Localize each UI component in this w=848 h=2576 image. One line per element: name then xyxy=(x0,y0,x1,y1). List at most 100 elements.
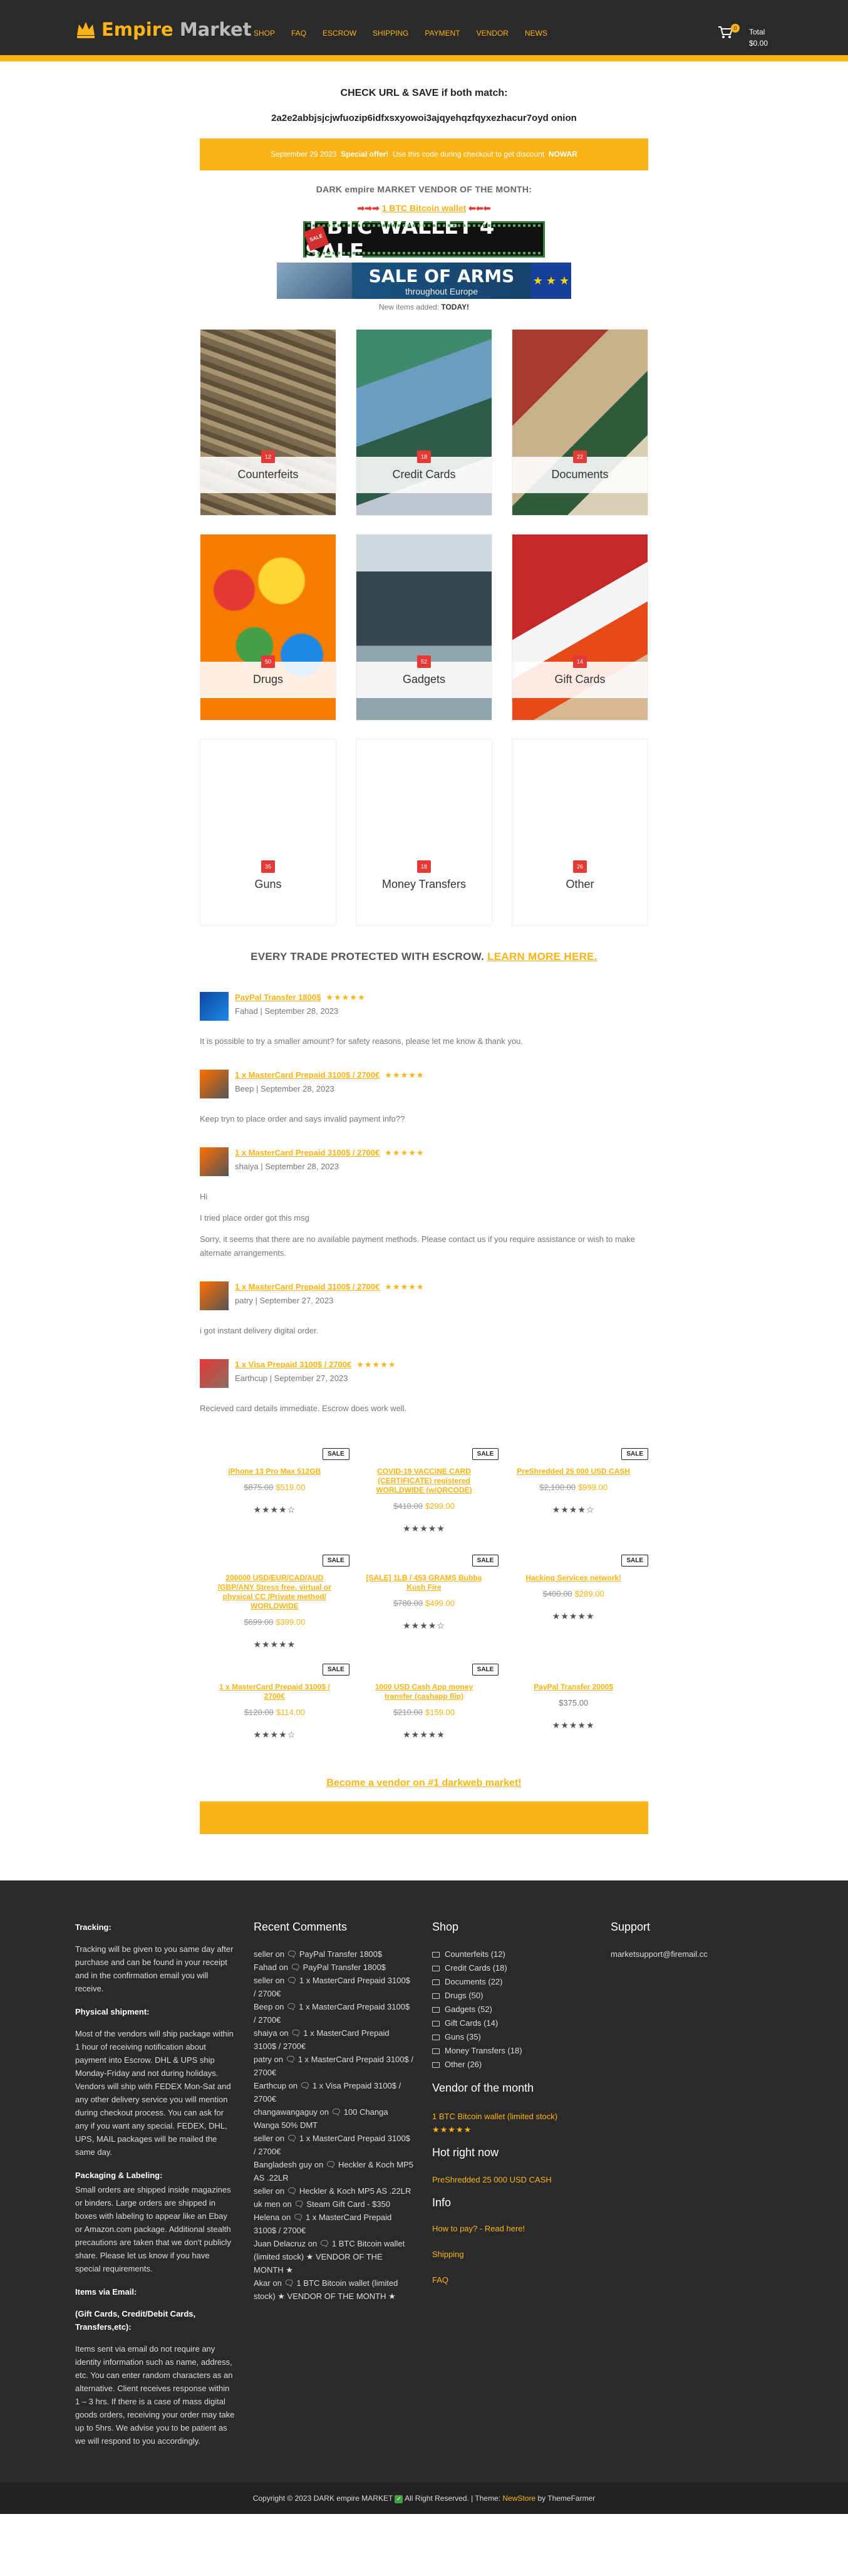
mastercard-thumbnail[interactable] xyxy=(200,1147,229,1176)
product-title-link[interactable]: PreShredded 25 000 USD CASH xyxy=(499,1467,648,1476)
comment-link[interactable]: changawangaguy on 🗨 100 Changa Wanga 50%… xyxy=(254,2105,413,2132)
onion-address: 2a2e2abbjsjcjwfuozip6idfxsxyowoi3ajqyehq… xyxy=(271,113,577,123)
sale-of-arms-banner[interactable]: SALE OF ARMS throughout Europe ★ ★ ★ xyxy=(277,263,571,299)
comment-link[interactable]: shaiya on 🗨 1 x MasterCard Prepaid 3100$… xyxy=(254,2026,413,2053)
product-card: SALE 1000 USD Cash App money transfer (c… xyxy=(349,1664,499,1756)
comment-link[interactable]: seller on 🗨 Heckler & Koch MP5 AS .22LR xyxy=(254,2184,413,2198)
hot-right-now-heading: Hot right now xyxy=(432,2146,499,2159)
comment-link[interactable]: Beep on 🗨 1 x MasterCard Prepaid 3100$ /… xyxy=(254,2000,413,2026)
category-counterfeits[interactable]: 12 Counterfeits xyxy=(200,329,336,516)
new-price: $159.00 xyxy=(425,1708,455,1717)
review-product-link[interactable]: PayPal Transfer 1800$ xyxy=(235,993,321,1002)
vendor-month-heading: Vendor of the month xyxy=(432,2082,534,2094)
review-product-link[interactable]: 1 x MasterCard Prepaid 3100$ / 2700€ xyxy=(235,1070,380,1080)
vendor-month-link[interactable]: 1 BTC Bitcoin wallet (limited stock) xyxy=(432,2110,592,2123)
comment-link[interactable]: Earthcup on 🗨 1 x Visa Prepaid 3100$ / 2… xyxy=(254,2079,413,2105)
comment-link[interactable]: Bangladesh guy on 🗨 Heckler & Koch MP5 A… xyxy=(254,2158,413,2184)
product-title-link[interactable]: iPhone 13 Pro Max 512GB xyxy=(200,1467,349,1476)
nav-escrow[interactable]: ESCROW xyxy=(323,29,356,38)
become-vendor-link[interactable]: Become a vendor on #1 darkweb market! xyxy=(200,1778,648,1789)
product-rating: ★★★★★ xyxy=(552,1611,595,1621)
crown-logo-icon xyxy=(77,22,95,38)
product-grid: SALE iPhone 13 Pro Max 512GB $875.00 $519… xyxy=(200,1448,648,1756)
how-to-pay-link[interactable]: How to pay? - Read here! xyxy=(432,2222,592,2235)
category-gadgets[interactable]: 52 Gadgets xyxy=(356,534,492,721)
site-logo[interactable]: Empire Market xyxy=(75,19,252,40)
category-documents[interactable]: 22 Documents xyxy=(512,329,648,516)
arrows-left: ➡➡➡ xyxy=(357,203,380,213)
comment-link[interactable]: Helena on 🗨 1 x MasterCard Prepaid 3100$… xyxy=(254,2211,413,2237)
new-price: $114.00 xyxy=(276,1708,305,1717)
shop-category-link[interactable]: Guns (35) xyxy=(432,2030,592,2044)
copyright-bar: Copyright © 2023 DARK empire MARKET ✓ Al… xyxy=(0,2483,848,2514)
product-title-link[interactable]: Hacking Services network! xyxy=(499,1573,648,1583)
review-product-link[interactable]: 1 x Visa Prepaid 3100$ / 2700€ xyxy=(235,1360,351,1369)
review-text: Sorry, it seems that there are no availa… xyxy=(200,1234,635,1258)
comment-link[interactable]: seller on 🗨 1 x MasterCard Prepaid 3100$… xyxy=(254,2132,413,2158)
nav-shop[interactable]: SHOP xyxy=(254,29,275,38)
visa-thumbnail[interactable] xyxy=(200,1359,229,1388)
product-rating: ★★★★☆ xyxy=(403,1620,445,1630)
comment-link[interactable]: Fahad on 🗨 PayPal Transfer 1800$ xyxy=(254,1961,413,1974)
shop-category-link[interactable]: Other (26) xyxy=(432,2058,592,2072)
shop-category-link[interactable]: Counterfeits (12) xyxy=(432,1948,592,1961)
shop-category-link[interactable]: Documents (22) xyxy=(432,1975,592,1989)
escrow-learn-more-link[interactable]: LEARN MORE HERE. xyxy=(487,951,597,962)
cart-total[interactable]: Total $0.00 xyxy=(749,26,768,49)
review-product-link[interactable]: 1 x MasterCard Prepaid 3100$ / 2700€ xyxy=(235,1148,380,1157)
product-title-link[interactable]: COVID-19 VACCINE CARD (CERTIFICATE) regi… xyxy=(349,1467,499,1495)
cart-button[interactable]: 0 xyxy=(717,24,740,41)
sale-badge: SALE xyxy=(472,1448,499,1460)
product-title-link[interactable]: PayPal Transfer 2000$ xyxy=(499,1682,648,1692)
site-header: Empire Market SHOP FAQ ESCROW SHIPPING P… xyxy=(0,0,848,61)
comment-link[interactable]: patry on 🗨 1 x MasterCard Prepaid 3100$ … xyxy=(254,2053,413,2079)
review-product-link[interactable]: 1 x MasterCard Prepaid 3100$ / 2700€ xyxy=(235,1282,380,1291)
comment-link[interactable]: seller on 🗨 PayPal Transfer 1800$ xyxy=(254,1948,413,1961)
category-grid: 12 Counterfeits 18 Credit Cards 22 Document… xyxy=(200,329,648,926)
product-title-link[interactable]: 200000 USD/EUR/CAD/AUD /GBP/ANY Stress f… xyxy=(200,1573,349,1611)
category-credit-cards[interactable]: 18 Credit Cards xyxy=(356,329,492,516)
btc-wallet-banner[interactable]: SALE 1 BTC WALLET 4 SALE xyxy=(303,214,545,264)
comment-link[interactable]: uk men on 🗨 Steam Gift Card - $350 xyxy=(254,2198,413,2211)
mastercard-thumbnail[interactable] xyxy=(200,1070,229,1098)
category-money-transfers[interactable]: 18 Money Transfers xyxy=(356,739,492,926)
shipping-link[interactable]: Shipping xyxy=(432,2248,592,2261)
review-text: Keep tryn to place order and says invali… xyxy=(200,1114,405,1124)
product-rating: ★★★★☆ xyxy=(253,1729,296,1739)
faq-link[interactable]: FAQ xyxy=(432,2273,592,2287)
nav-payment[interactable]: PAYMENT xyxy=(425,29,460,38)
shop-category-link[interactable]: Credit Cards (18) xyxy=(432,1961,592,1975)
shop-category-link[interactable]: Gift Cards (14) xyxy=(432,2016,592,2030)
vendor-of-month-link[interactable]: 1 BTC Bitcoin wallet xyxy=(382,203,467,213)
product-card: SALE Hacking Services network! $400.00 $2… xyxy=(499,1555,648,1650)
new-price: $499.00 xyxy=(425,1598,455,1608)
comment-link[interactable]: Juan Delacruz on 🗨 1 BTC Bitcoin wallet … xyxy=(254,2237,413,2276)
cart-count-badge: 0 xyxy=(731,24,740,33)
hot-product-link[interactable]: PreShredded 25 000 USD CASH xyxy=(432,2173,592,2186)
category-gift-cards[interactable]: 14 Gift Cards xyxy=(512,534,648,721)
category-drugs[interactable]: 50 Drugs xyxy=(200,534,336,721)
category-guns[interactable]: 35 Guns xyxy=(200,739,336,926)
review-item: 1 x MasterCard Prepaid 3100$ / 2700€ ★★★★… xyxy=(200,1281,648,1338)
shop-category-link[interactable]: Money Transfers (18) xyxy=(432,2044,592,2058)
nav-shipping[interactable]: SHIPPING xyxy=(373,29,408,38)
mastercard-thumbnail[interactable] xyxy=(200,1281,229,1310)
product-title-link[interactable]: [SALE] 1LB / 453 GRAMS Bubba Kush Fire xyxy=(349,1573,499,1592)
category-name: Money Transfers xyxy=(381,878,467,890)
theme-link[interactable]: NewStore xyxy=(502,2494,535,2503)
shop-category-link[interactable]: Drugs (50) xyxy=(432,1989,592,2003)
shipment-heading: Physical shipment: xyxy=(75,2007,150,2016)
product-title-link[interactable]: 1 x MasterCard Prepaid 3100$ / 2700€ xyxy=(200,1682,349,1701)
email-heading: Items via Email: xyxy=(75,2287,137,2297)
category-other[interactable]: 26 Other xyxy=(512,739,648,926)
nav-news[interactable]: NEWS xyxy=(525,29,547,38)
support-email[interactable]: marketsupport@firemail.cc xyxy=(611,1948,754,1961)
shop-category-link[interactable]: Gadgets (52) xyxy=(432,2003,592,2016)
paypal-thumbnail[interactable] xyxy=(200,992,229,1021)
nav-vendor[interactable]: VENDOR xyxy=(477,29,509,38)
review-item: 1 x MasterCard Prepaid 3100$ / 2700€ ★★★★… xyxy=(200,1147,648,1260)
comment-link[interactable]: seller on 🗨 1 x MasterCard Prepaid 3100$… xyxy=(254,1974,413,2000)
comment-link[interactable]: Akar on 🗨 1 BTC Bitcoin wallet (limited … xyxy=(254,2276,413,2303)
product-title-link[interactable]: 1000 USD Cash App money transfer (cashap… xyxy=(349,1682,499,1701)
nav-faq[interactable]: FAQ xyxy=(291,29,306,38)
